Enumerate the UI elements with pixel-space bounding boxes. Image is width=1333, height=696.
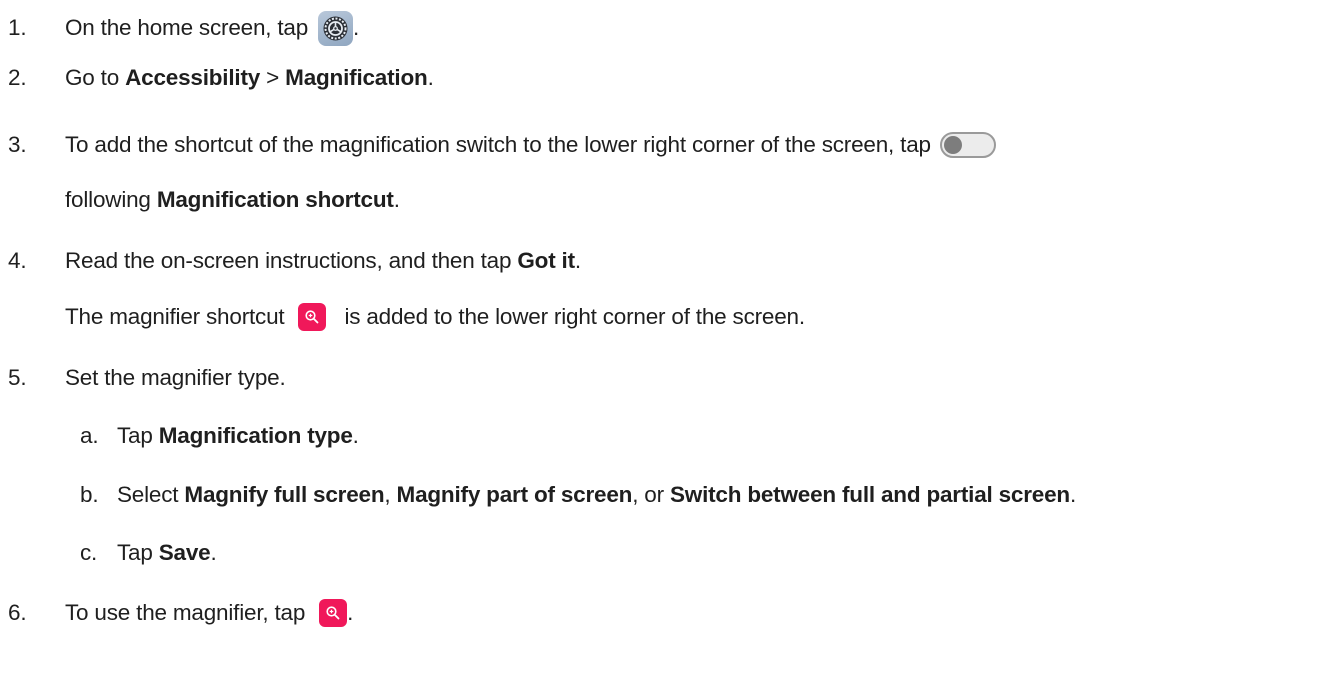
- step-punct: .: [1069, 482, 1077, 507]
- menu-accessibility: Accessibility: [125, 65, 261, 90]
- option-magnify-full-screen: Magnify full screen: [184, 482, 385, 507]
- substep-a: a. Tap Magnification type.: [0, 418, 359, 454]
- step-text: Tap: [117, 540, 153, 565]
- button-save: Save: [158, 540, 211, 565]
- step-text: To add the shortcut of the magnification…: [65, 132, 931, 157]
- instruction-document: 1. On the home screen, tap . 2. Go to Ac…: [0, 0, 1333, 696]
- step-2: 2. Go to Accessibility > Magnification.: [0, 60, 434, 96]
- step-4: 4. Read the on-screen instructions, and …: [0, 243, 581, 279]
- step-number: 1.: [8, 15, 27, 40]
- menu-magnification: Magnification: [285, 65, 428, 90]
- step-3-continued: following Magnification shortcut.: [0, 182, 400, 218]
- setting-magnification-shortcut: Magnification shortcut: [156, 187, 394, 212]
- note-text: The magnifier shortcut: [65, 304, 285, 329]
- toggle-switch-off-icon: [939, 132, 996, 158]
- step-text: following: [65, 187, 151, 212]
- step-number: 6.: [8, 600, 27, 625]
- toggle-knob: [943, 136, 962, 154]
- step-number: 5.: [8, 365, 27, 390]
- step-text: On the home screen, tap: [65, 15, 309, 40]
- substep-b: b. Select Magnify full screen, Magnify p…: [0, 477, 1076, 513]
- step-punct: .: [210, 540, 217, 565]
- step-punct: .: [353, 15, 360, 40]
- step-number: 3.: [8, 132, 27, 157]
- option-switch-full-partial: Switch between full and partial screen: [669, 482, 1070, 507]
- step-punct: .: [347, 600, 354, 625]
- separator: >: [266, 65, 280, 90]
- button-got-it: Got it: [517, 248, 575, 273]
- substep-c: c. Tap Save.: [0, 535, 217, 571]
- substep-letter: a.: [80, 423, 99, 448]
- step-text: Set the magnifier type.: [65, 365, 286, 390]
- separator: ,: [384, 482, 391, 507]
- step-punct: .: [574, 248, 581, 273]
- settings-gear-icon: [318, 10, 354, 46]
- separator: , or: [632, 482, 664, 507]
- step-punct: .: [393, 187, 400, 212]
- substep-letter: b.: [80, 482, 99, 507]
- step-punct: .: [352, 423, 359, 448]
- magnifier-shortcut-icon: [298, 303, 327, 331]
- magnifier-shortcut-icon: [319, 599, 348, 627]
- step-punct: .: [427, 65, 434, 90]
- note-text: is added to the lower right corner of th…: [344, 304, 805, 329]
- step-3: 3. To add the shortcut of the magnificat…: [0, 127, 996, 163]
- step-text: To use the magnifier, tap: [65, 600, 306, 625]
- step-number: 4.: [8, 248, 27, 273]
- substep-letter: c.: [80, 540, 98, 565]
- step-4-note: The magnifier shortcut is added to the l…: [0, 299, 805, 335]
- step-5: 5. Set the magnifier type.: [0, 360, 286, 396]
- option-magnify-part-of-screen: Magnify part of screen: [396, 482, 633, 507]
- setting-magnification-type: Magnification type: [158, 423, 353, 448]
- step-6: 6. To use the magnifier, tap .: [0, 595, 353, 631]
- step-text: Tap: [117, 423, 153, 448]
- step-number: 2.: [8, 65, 27, 90]
- step-text: Go to: [65, 65, 120, 90]
- step-1: 1. On the home screen, tap .: [0, 10, 359, 46]
- step-text: Select: [117, 482, 179, 507]
- step-text: Read the on-screen instructions, and the…: [65, 248, 512, 273]
